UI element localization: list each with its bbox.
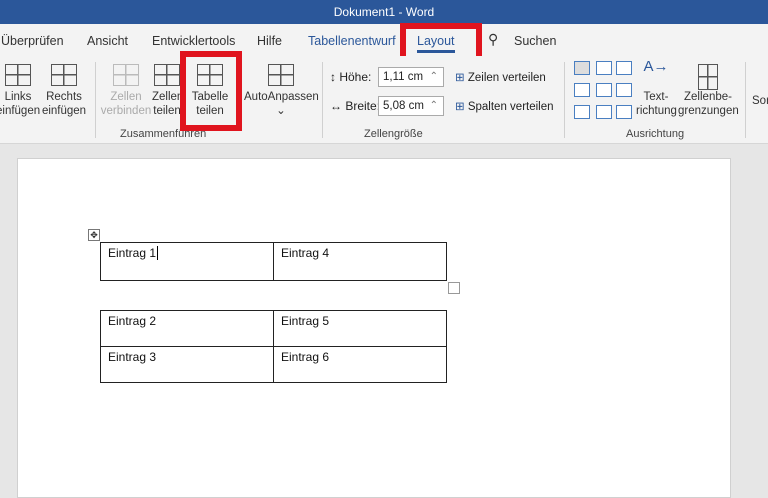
separator <box>745 62 746 138</box>
merge-cells-button[interactable]: Zellen verbinden <box>100 64 152 118</box>
text-direction-icon: A→ <box>643 58 669 75</box>
table-1: Eintrag 1 Eintrag 4 <box>100 242 447 281</box>
merge-cells-icon <box>113 64 139 86</box>
table-row: Eintrag 3 Eintrag 6 <box>100 346 447 383</box>
autofit-button[interactable]: AutoAnpassen ⌄ <box>244 64 319 118</box>
height-label: ↕ Höhe: <box>330 70 372 84</box>
table-cell[interactable]: Eintrag 6 <box>273 346 447 383</box>
table-2: Eintrag 2 Eintrag 5 Eintrag 3 Eintrag 6 <box>100 310 447 383</box>
insert-left-icon <box>5 64 31 86</box>
window-title: Dokument1 - Word <box>333 5 435 19</box>
distribute-rows-button[interactable]: ⊞ Zeilen verteilen <box>455 70 546 84</box>
align-top-right-button[interactable] <box>616 61 632 75</box>
align-top-center-button[interactable] <box>596 61 612 75</box>
align-top-left-button[interactable] <box>574 61 590 75</box>
table-cell[interactable]: Eintrag 4 <box>273 242 447 281</box>
group-label-zellengroesse: Zellengröße <box>364 128 423 140</box>
table-cell[interactable]: Eintrag 2 <box>100 310 274 347</box>
align-middle-center-button[interactable] <box>596 83 612 97</box>
text-direction-button[interactable]: A→ Text- richtung <box>636 58 677 118</box>
table-cell[interactable]: Eintrag 3 <box>100 346 274 383</box>
separator <box>95 62 96 138</box>
width-label: ↔ Breite: <box>330 99 381 113</box>
ribbon-tabs: Überprüfen Ansicht Entwicklertools Hilfe… <box>0 24 768 56</box>
split-cells-icon <box>154 64 180 86</box>
separator <box>322 62 323 138</box>
tab-ansicht[interactable]: Ansicht <box>87 34 128 48</box>
tab-hilfe[interactable]: Hilfe <box>257 34 282 48</box>
align-middle-left-button[interactable] <box>574 83 590 97</box>
ribbon: Links einfügen Rechts einfügen Zellen ve… <box>0 56 768 144</box>
distribute-columns-button[interactable]: ⊞ Spalten verteilen <box>455 99 554 113</box>
insert-left-button[interactable]: Links einfügen <box>0 64 40 118</box>
tab-entwicklertools[interactable]: Entwicklertools <box>152 34 235 48</box>
cell-margins-button[interactable]: Zellenbe- grenzungen <box>678 64 739 118</box>
autofit-icon <box>268 64 294 86</box>
distribute-rows-icon: ⊞ <box>455 72 465 84</box>
split-cells-button[interactable]: Zellen teilen <box>152 64 182 118</box>
tab-ueberpruefen[interactable]: Überprüfen <box>1 34 64 48</box>
tab-tabellenentwurf[interactable]: Tabellenentwurf <box>308 34 396 48</box>
search-icon[interactable]: ⚲ <box>488 31 498 48</box>
table-cell[interactable]: Eintrag 1 <box>100 242 274 281</box>
table-cell[interactable]: Eintrag 5 <box>273 310 447 347</box>
align-bottom-center-button[interactable] <box>596 105 612 119</box>
table-resize-handle[interactable] <box>448 282 460 294</box>
search-box[interactable]: Suchen <box>514 34 556 48</box>
table-row: Eintrag 1 Eintrag 4 <box>100 242 447 281</box>
separator <box>564 62 565 138</box>
align-bottom-left-button[interactable] <box>574 105 590 119</box>
height-input[interactable]: 1,11 cm <box>378 67 444 87</box>
title-bar: Dokument1 - Word <box>0 0 768 24</box>
table-row: Eintrag 2 Eintrag 5 <box>100 310 447 347</box>
cell-margins-icon <box>698 64 718 90</box>
insert-right-button[interactable]: Rechts einfügen <box>40 64 88 118</box>
table-move-handle-icon[interactable]: ✥ <box>88 229 100 241</box>
highlight-split-table <box>180 51 242 131</box>
distribute-columns-icon: ⊞ <box>455 101 465 113</box>
sort-button[interactable]: Sor <box>752 94 768 108</box>
align-middle-right-button[interactable] <box>616 83 632 97</box>
group-label-ausrichtung: Ausrichtung <box>626 128 685 140</box>
width-input[interactable]: 5,08 cm <box>378 96 444 116</box>
align-bottom-right-button[interactable] <box>616 105 632 119</box>
insert-right-icon <box>51 64 77 86</box>
